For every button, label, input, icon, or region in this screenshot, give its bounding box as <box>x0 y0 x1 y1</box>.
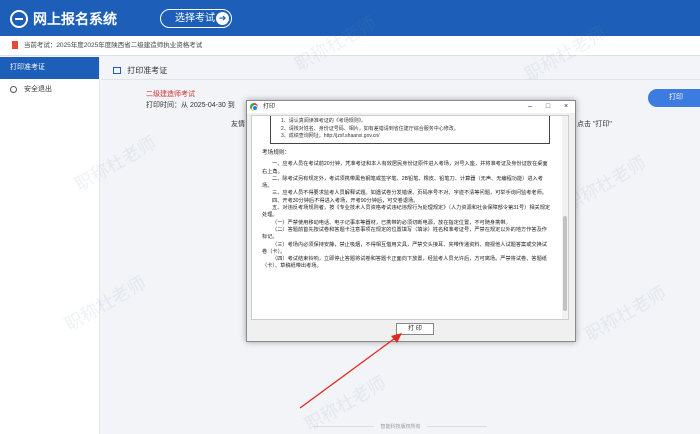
rule-item: 四、开考30分钟后不得进入考场，开考90分钟后，可交卷退场。 <box>272 197 419 204</box>
dialog-title: 打印 <box>263 104 276 110</box>
notice-text-left: 友情 <box>231 121 245 128</box>
close-icon[interactable]: × <box>557 101 575 113</box>
print-dialog: 打印 – □ × 1、请认真阅读准考证的《考场规则》。 2、请核对姓名、身份证号… <box>246 100 576 342</box>
footer-text: 智能科技版权所有 <box>101 423 700 430</box>
current-exam-text: 当前考试：2025年度2025年度陕西省二级建造师执业资格考试 <box>23 42 203 49</box>
rule-item: （一）严禁使用移动电话、电子记事本等器材，已携带的必须切断电源，放在指定位置，不… <box>272 219 511 226</box>
scroll-thumb[interactable] <box>563 216 567 311</box>
dialog-titlebar[interactable]: 打印 – □ × <box>247 101 575 113</box>
dialog-print-button[interactable]: 打 印 <box>396 323 434 335</box>
select-exam-button[interactable]: 选择考试 ➜ <box>160 9 232 28</box>
page-title-text: 打印准考证 <box>127 66 168 75</box>
logo-icon <box>10 10 28 28</box>
select-exam-label: 选择考试 <box>175 13 215 24</box>
maximize-icon[interactable]: □ <box>539 101 557 113</box>
sidebar: 打印准考证 安全退出 <box>0 57 100 434</box>
footer-label: 智能科技版权所有 <box>380 424 421 430</box>
notice-line: 3、成绩查询网址。http://jzsf.shaanxi.gov.cn/ <box>281 133 380 139</box>
rule-item: 三、应考人员不得要求监考人员解释试题。如遇试卷分发错误、页码序号不对、字迹不清等… <box>272 190 547 197</box>
sidebar-item-print-admission[interactable]: 打印准考证 <box>0 57 99 79</box>
print-button[interactable]: 打印 <box>648 89 700 107</box>
print-time: 打印时间：从 2025-04-30 到 <box>146 102 235 109</box>
minimize-icon[interactable]: – <box>521 101 539 113</box>
app-logo: 网上报名系统 <box>10 9 117 29</box>
scrollbar[interactable] <box>562 116 568 319</box>
document-icon <box>12 41 18 50</box>
certificate-name: 二级建造师考试 <box>146 91 195 98</box>
current-exam-bar: 当前考试：2025年度2025年度陕西省二级建造师执业资格考试 <box>0 36 700 56</box>
divider <box>101 79 700 80</box>
notice-box: 1、请认真阅读准考证的《考场规则》。 2、请核对姓名、身份证号码、相片，如有差错… <box>270 116 550 144</box>
sidebar-item-label: 打印准考证 <box>10 64 45 71</box>
rule-item: 一、应考人员在考试前20分钟，凭准考证和本人有效居民身份证原件进入考场，对号入座… <box>262 161 548 175</box>
arrow-right-icon: ➜ <box>216 12 229 25</box>
rule-item: 二、除考试另有规定外，考试须携带黑色钢笔或签字笔、2B铅笔、橡皮、铅笔刀、计算器… <box>262 175 543 190</box>
rule-item: （四）考试结束铃响，立即停止答题将试卷和答题卡正面向下放置，经监考人员允许后，方… <box>262 256 547 270</box>
top-header: 网上报名系统 选择考试 ➜ <box>0 0 700 36</box>
notice-line: 1、请认真阅读准考证的《考场规则》。 <box>281 118 367 124</box>
chrome-icon <box>250 103 258 111</box>
page-title: 打印准考证 <box>113 65 167 76</box>
exam-rules: 考场规则： 一、应考人员在考试前20分钟，凭准考证和本人有效居民身份证原件进入考… <box>262 150 552 271</box>
sidebar-item-logout[interactable]: 安全退出 <box>0 79 99 101</box>
rule-item: （二）答题前首先按试卷和答题卡注意事项在规定的位置填写（填涂）姓名和准考证号，严… <box>262 226 547 241</box>
power-icon <box>10 85 17 93</box>
home-icon <box>113 67 121 75</box>
sidebar-item-label: 安全退出 <box>23 86 52 93</box>
app-title: 网上报名系统 <box>33 11 117 27</box>
rules-heading: 考场规则： <box>262 150 290 156</box>
notice-line: 2、请核对姓名、身份证号码、相片，如有差错请到省住建厅综合服务中心修改。 <box>281 125 459 132</box>
rule-item: 五、对违反考场规则者，按《专业技术人员资格考试违纪违规行为处理规定》（人力资源和… <box>262 205 551 219</box>
rule-item: （三）考场内必须保持安静，禁止吸烟，不得相互借用文具，严禁交头接耳、夹带传递资料… <box>262 241 547 255</box>
print-preview[interactable]: 1、请认真阅读准考证的《考场规则》。 2、请核对姓名、身份证号码、相片，如有差错… <box>251 115 569 320</box>
notice-text-right: 点击 "打印" <box>577 121 612 128</box>
